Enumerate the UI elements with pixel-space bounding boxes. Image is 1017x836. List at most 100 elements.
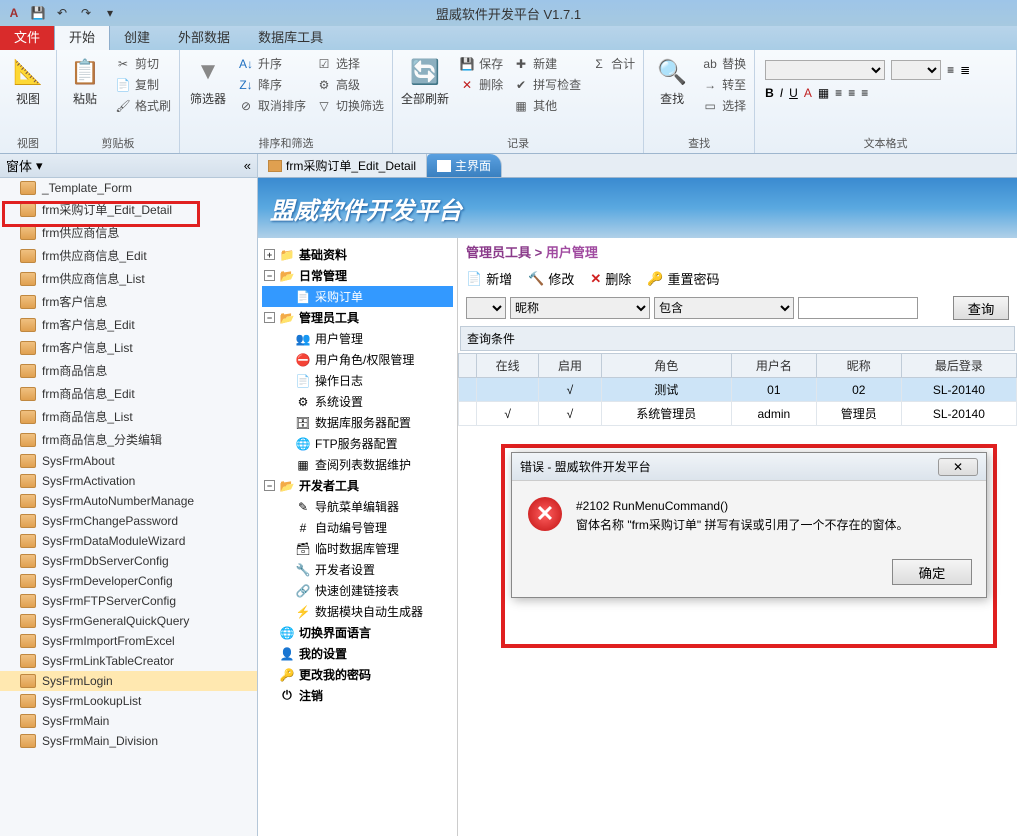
nav-item[interactable]: SysFrmFTPServerConfig: [0, 591, 257, 611]
column-header[interactable]: 角色: [601, 354, 731, 378]
tab-dbtools[interactable]: 数据库工具: [244, 23, 337, 50]
nav-item[interactable]: frm供应商信息_List: [0, 267, 257, 290]
dropdown-icon[interactable]: ▾: [36, 158, 43, 174]
select-button[interactable]: ☑选择: [314, 54, 386, 73]
nav-item[interactable]: frm客户信息_Edit: [0, 313, 257, 336]
nav-item[interactable]: SysFrmDbServerConfig: [0, 551, 257, 571]
filter-button[interactable]: ▼筛选器: [186, 54, 230, 115]
view-button[interactable]: 📐视图: [6, 54, 50, 109]
nav-item[interactable]: SysFrmAutoNumberManage: [0, 491, 257, 511]
copy-button[interactable]: 📄复制: [113, 75, 173, 94]
save-record-button[interactable]: 💾保存: [457, 54, 505, 73]
totals-button[interactable]: Σ合计: [589, 54, 637, 73]
goto-button[interactable]: →转至: [700, 75, 748, 94]
tree-node[interactable]: #自动编号管理: [262, 517, 453, 538]
tree-node[interactable]: −📂日常管理: [262, 265, 453, 286]
new-record-button[interactable]: ✚新建: [511, 54, 583, 73]
tree-node[interactable]: −📂管理员工具: [262, 307, 453, 328]
nav-item[interactable]: _Template_Form: [0, 178, 257, 198]
tree-node[interactable]: 📄操作日志: [262, 370, 453, 391]
nav-item[interactable]: frm供应商信息: [0, 221, 257, 244]
dialog-close-button[interactable]: ✕: [938, 458, 978, 476]
tree-node[interactable]: 🗃临时数据库管理: [262, 538, 453, 559]
format-painter-button[interactable]: 🖌格式刷: [113, 96, 173, 115]
nav-item[interactable]: frm商品信息_Edit: [0, 382, 257, 405]
column-header[interactable]: 最后登录: [901, 354, 1016, 378]
qat-more-icon[interactable]: ▾: [102, 5, 118, 21]
nav-item[interactable]: frm采购订单_Edit_Detail: [0, 198, 257, 221]
tree-node[interactable]: ⚙系统设置: [262, 391, 453, 412]
file-tab[interactable]: 文件: [0, 23, 54, 50]
filter-combo1[interactable]: [466, 297, 506, 319]
tab-create[interactable]: 创建: [110, 23, 164, 50]
align-left-button[interactable]: ≡: [835, 86, 842, 100]
nav-item[interactable]: frm商品信息_分类编辑: [0, 428, 257, 451]
numbering-icon[interactable]: ≣: [960, 63, 970, 77]
nav-item[interactable]: SysFrmChangePassword: [0, 511, 257, 531]
tab-external[interactable]: 外部数据: [164, 23, 244, 50]
tree-node[interactable]: −📂开发者工具: [262, 475, 453, 496]
nav-item[interactable]: frm客户信息: [0, 290, 257, 313]
tree-node[interactable]: 👥用户管理: [262, 328, 453, 349]
undo-icon[interactable]: ↶: [54, 5, 70, 21]
column-header[interactable]: 启用: [539, 354, 601, 378]
collapse-icon[interactable]: «: [244, 158, 251, 173]
nav-item[interactable]: SysFrmMain: [0, 711, 257, 731]
nav-item[interactable]: SysFrmLookupList: [0, 691, 257, 711]
toggle-filter-button[interactable]: ▽切换筛选: [314, 96, 386, 115]
tree-node-selected[interactable]: 📄采购订单: [262, 286, 453, 307]
tree-node[interactable]: ⏻注销: [262, 685, 453, 706]
font-family-select[interactable]: [765, 60, 885, 80]
column-header[interactable]: 用户名: [731, 354, 816, 378]
redo-icon[interactable]: ↷: [78, 5, 94, 21]
align-center-button[interactable]: ≡: [848, 86, 855, 100]
save-icon[interactable]: 💾: [30, 5, 46, 21]
table-row[interactable]: √√系统管理员admin管理员SL-20140: [459, 402, 1017, 426]
column-header[interactable]: 昵称: [816, 354, 901, 378]
nav-item[interactable]: SysFrmActivation: [0, 471, 257, 491]
filter-field[interactable]: 昵称: [510, 297, 650, 319]
nav-item[interactable]: SysFrmDeveloperConfig: [0, 571, 257, 591]
tree-node[interactable]: 🌐切换界面语言: [262, 622, 453, 643]
tree-node[interactable]: ▦查阅列表数据维护: [262, 454, 453, 475]
nav-item[interactable]: SysFrmGeneralQuickQuery: [0, 611, 257, 631]
paste-button[interactable]: 📋粘贴: [63, 54, 107, 115]
clear-sort-button[interactable]: ⊘取消排序: [236, 96, 308, 115]
add-button[interactable]: 📄新增: [466, 269, 512, 288]
navpane-header[interactable]: 窗体 ▾ «: [0, 154, 257, 178]
nav-item[interactable]: SysFrmLogin: [0, 671, 257, 691]
doc-tab-form[interactable]: frm采购订单_Edit_Detail: [258, 154, 427, 177]
nav-item[interactable]: SysFrmImportFromExcel: [0, 631, 257, 651]
sort-desc-button[interactable]: Z↓降序: [236, 75, 308, 94]
underline-button[interactable]: U: [789, 86, 798, 100]
italic-button[interactable]: I: [780, 86, 783, 100]
nav-item[interactable]: frm商品信息: [0, 359, 257, 382]
tree-node[interactable]: 🔧开发者设置: [262, 559, 453, 580]
nav-item[interactable]: SysFrmMain_Division: [0, 731, 257, 751]
bullets-icon[interactable]: ≡: [947, 63, 954, 77]
tab-start[interactable]: 开始: [54, 22, 110, 50]
font-color-button[interactable]: A: [804, 86, 812, 100]
spell-check-button[interactable]: ✔拼写检查: [511, 75, 583, 94]
align-right-button[interactable]: ≡: [861, 86, 868, 100]
find-button[interactable]: 🔍查找: [650, 54, 694, 115]
tree-node[interactable]: 🔑更改我的密码: [262, 664, 453, 685]
nav-item[interactable]: frm商品信息_List: [0, 405, 257, 428]
more-button[interactable]: ▦其他: [511, 96, 583, 115]
bold-button[interactable]: B: [765, 86, 774, 100]
column-header[interactable]: 在线: [477, 354, 539, 378]
nav-item[interactable]: frm客户信息_List: [0, 336, 257, 359]
font-size-select[interactable]: [891, 60, 941, 80]
tree-node[interactable]: 🗄数据库服务器配置: [262, 412, 453, 433]
cut-button[interactable]: ✂剪切: [113, 54, 173, 73]
tree-node[interactable]: 🌐FTP服务器配置: [262, 433, 453, 454]
doc-tab-main[interactable]: 主界面: [427, 154, 502, 177]
sort-asc-button[interactable]: A↓升序: [236, 54, 308, 73]
tree-node[interactable]: ⛔用户角色/权限管理: [262, 349, 453, 370]
delete-button[interactable]: ✕删除: [590, 269, 631, 288]
nav-item[interactable]: SysFrmLinkTableCreator: [0, 651, 257, 671]
tree-node[interactable]: 🔗快速创建链接表: [262, 580, 453, 601]
nav-item[interactable]: SysFrmAbout: [0, 451, 257, 471]
tree-node[interactable]: ✎导航菜单编辑器: [262, 496, 453, 517]
tree-node[interactable]: ⚡数据模块自动生成器: [262, 601, 453, 622]
